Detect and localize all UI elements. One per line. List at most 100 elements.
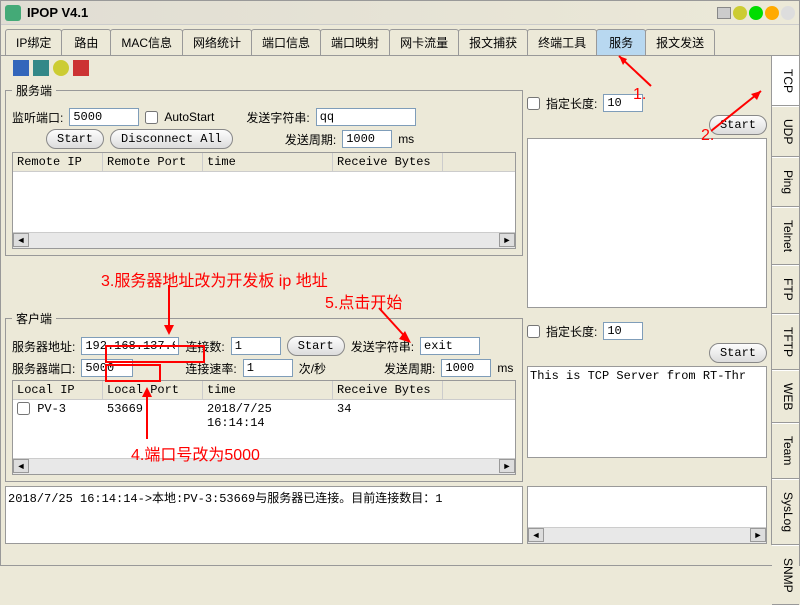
listen-port-label: 监听端口: [12, 109, 63, 126]
row-ip: PV-3 [37, 402, 66, 416]
scroll-left-icon[interactable]: ◄ [13, 233, 29, 247]
titlebar: IPOP V4.1 [1, 1, 799, 25]
conn-count-label: 连接数: [185, 338, 224, 355]
titlebar-button[interactable] [733, 6, 747, 20]
circle-icon[interactable] [53, 60, 69, 76]
client-fieldset: 客户端 服务器地址: 连接数: Start 发送字符串: 服务器端口: [5, 310, 523, 482]
client-send-period-input[interactable] [441, 359, 491, 377]
side-tab-tcp[interactable]: TCP [772, 56, 799, 106]
scroll-right-icon[interactable]: ► [750, 528, 766, 542]
tab-send[interactable]: 报文发送 [645, 29, 715, 55]
window-title: IPOP V4.1 [27, 5, 717, 20]
flag-icon[interactable] [73, 60, 89, 76]
server-output[interactable] [527, 138, 767, 308]
server-addr-input[interactable] [81, 337, 179, 355]
toolbar [5, 56, 767, 80]
client-fixedlen-input[interactable] [603, 322, 643, 340]
listen-port-input[interactable] [69, 108, 139, 126]
th-recv-bytes[interactable]: Receive Bytes [333, 153, 443, 171]
server-fixedlen-label: 指定长度: [546, 95, 597, 112]
tab-route[interactable]: 路由 [61, 29, 111, 55]
tab-service[interactable]: 服务 [596, 29, 646, 55]
tab-port-info[interactable]: 端口信息 [251, 29, 321, 55]
server-table: Remote IP Remote Port time Receive Bytes… [12, 152, 516, 249]
client-output[interactable]: This is TCP Server from RT-Thr [527, 366, 767, 458]
th-remote-ip[interactable]: Remote IP [13, 153, 103, 171]
row-port: 53669 [103, 400, 203, 432]
titlebar-button[interactable] [749, 6, 763, 20]
tab-ip-bind[interactable]: IP绑定 [5, 29, 62, 55]
send-str-input[interactable] [316, 108, 416, 126]
server-start-button[interactable]: Start [46, 129, 104, 149]
client-output-2[interactable]: ◄ ► [527, 486, 767, 544]
scroll-left-icon[interactable]: ◄ [528, 528, 544, 542]
conn-count-input[interactable] [231, 337, 281, 355]
th-time[interactable]: time [203, 153, 333, 171]
row-bytes: 34 [333, 400, 443, 432]
conn-rate-input[interactable] [243, 359, 293, 377]
th-remote-port[interactable]: Remote Port [103, 153, 203, 171]
side-tab-team[interactable]: Team [772, 423, 799, 478]
titlebar-button[interactable] [717, 7, 731, 19]
server-fixedlen-input[interactable] [603, 94, 643, 112]
side-tab-udp[interactable]: UDP [772, 106, 799, 157]
th-recv-bytes-c[interactable]: Receive Bytes [333, 381, 443, 399]
client-send-start-button[interactable]: Start [709, 343, 767, 363]
titlebar-button[interactable] [765, 6, 779, 20]
side-tabs: TCP UDP Ping Telnet FTP TFTP WEB Team Sy… [771, 56, 799, 545]
tab-mac[interactable]: MAC信息 [110, 29, 183, 55]
row-time: 2018/7/25 16:14:14 [203, 400, 333, 432]
autostart-checkbox[interactable] [145, 111, 158, 124]
log-box[interactable]: 2018/7/25 16:14:14->本地:PV-3:53669与服务器已连接… [5, 486, 523, 544]
send-str-label: 发送字符串: [246, 109, 309, 126]
th-time-c[interactable]: time [203, 381, 333, 399]
scroll-right-icon[interactable]: ► [499, 459, 515, 473]
server-disconnect-button[interactable]: Disconnect All [110, 129, 233, 149]
side-tab-tftp[interactable]: TFTP [772, 314, 799, 370]
server-port-label: 服务器端口: [12, 360, 75, 377]
tab-capture[interactable]: 报文捕获 [458, 29, 528, 55]
side-tab-syslog[interactable]: SysLog [772, 479, 799, 545]
client-send-str-label: 发送字符串: [351, 338, 414, 355]
client-legend: 客户端 [12, 310, 56, 327]
send-period-input[interactable] [342, 130, 392, 148]
server-fixedlen-checkbox[interactable] [527, 97, 540, 110]
client-send-str-input[interactable] [420, 337, 480, 355]
autostart-label: AutoStart [164, 110, 214, 124]
side-tab-web[interactable]: WEB [772, 370, 799, 423]
side-tab-ftp[interactable]: FTP [772, 265, 799, 314]
titlebar-button[interactable] [781, 6, 795, 20]
conn-rate-label: 连接速率: [185, 360, 236, 377]
tab-port-map[interactable]: 端口映射 [320, 29, 390, 55]
server-addr-label: 服务器地址: [12, 338, 75, 355]
client-table-body[interactable]: PV-3 53669 2018/7/25 16:14:14 34 [13, 400, 515, 458]
client-start-button[interactable]: Start [287, 336, 345, 356]
client-fixedlen-label: 指定长度: [546, 323, 597, 340]
th-local-ip[interactable]: Local IP [13, 381, 103, 399]
main-tabs: IP绑定 路由 MAC信息 网络统计 端口信息 端口映射 网卡流量 报文捕获 终… [1, 25, 799, 56]
scroll-left-icon[interactable]: ◄ [13, 459, 29, 473]
th-local-port[interactable]: Local Port [103, 381, 203, 399]
server-fieldset: 服务端 监听端口: AutoStart 发送字符串: Sta [5, 82, 523, 256]
tab-netstat[interactable]: 网络统计 [182, 29, 252, 55]
scrollbar[interactable]: ◄ ► [13, 458, 515, 474]
send-period-unit: ms [398, 132, 414, 146]
save-icon[interactable] [13, 60, 29, 76]
list-icon[interactable] [33, 60, 49, 76]
row-checkbox[interactable] [17, 402, 30, 415]
table-row[interactable]: PV-3 53669 2018/7/25 16:14:14 34 [13, 400, 515, 432]
server-table-body[interactable] [13, 172, 515, 232]
conn-rate-unit: 次/秒 [299, 360, 326, 377]
side-tab-ping[interactable]: Ping [772, 157, 799, 207]
scrollbar[interactable]: ◄ ► [13, 232, 515, 248]
client-fixedlen-checkbox[interactable] [527, 325, 540, 338]
side-tab-snmp[interactable]: SNMP [772, 545, 799, 605]
server-send-start-button[interactable]: Start [709, 115, 767, 135]
tab-terminal[interactable]: 终端工具 [527, 29, 597, 55]
client-table: Local IP Local Port time Receive Bytes P… [12, 380, 516, 475]
server-legend: 服务端 [12, 82, 56, 99]
side-tab-telnet[interactable]: Telnet [772, 207, 799, 265]
tab-nic-traffic[interactable]: 网卡流量 [389, 29, 459, 55]
server-port-input[interactable] [81, 359, 133, 377]
scroll-right-icon[interactable]: ► [499, 233, 515, 247]
